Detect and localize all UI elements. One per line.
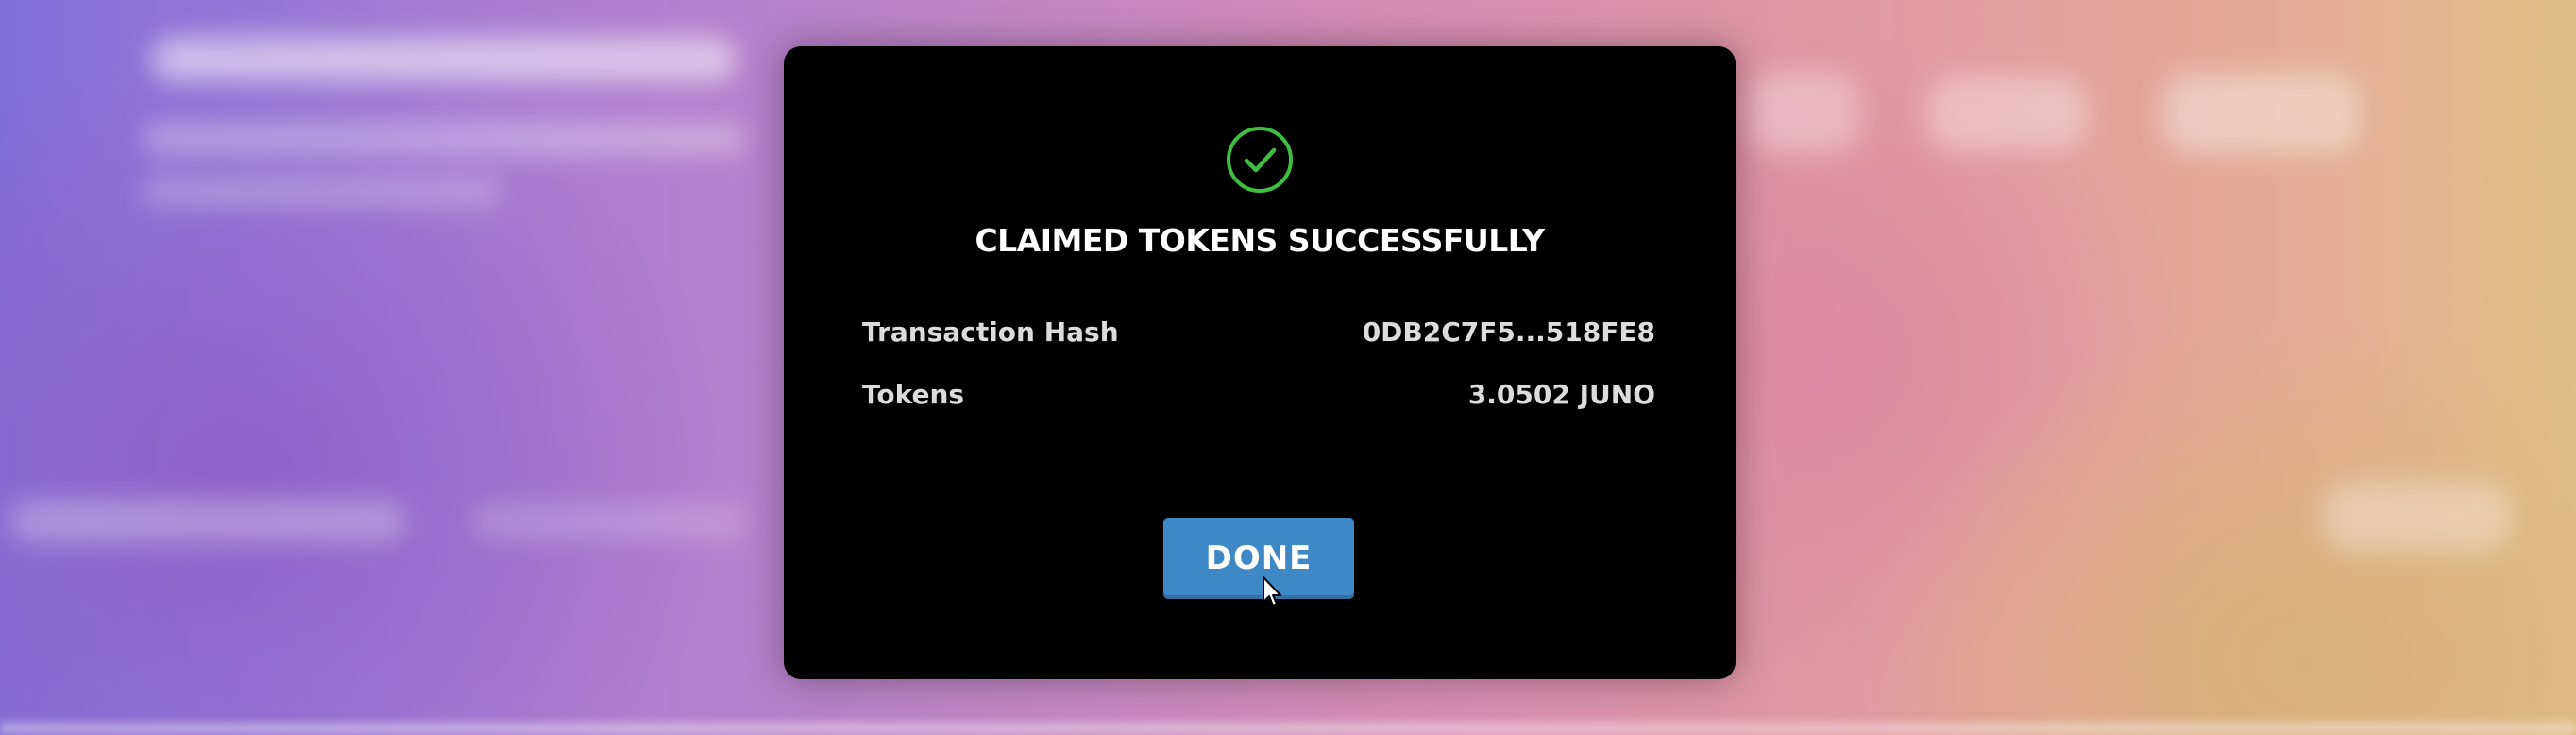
done-button[interactable]: DONE [1163, 518, 1354, 599]
mouse-pointer-icon [1263, 576, 1281, 607]
blurred-nav-button-3 [2162, 74, 2361, 153]
success-modal: CLAIMED TOKENS SUCCESSFULLY Transaction … [784, 46, 1736, 679]
modal-title: CLAIMED TOKENS SUCCESSFULLY [974, 222, 1545, 259]
detail-row-transaction-hash: Transaction Hash 0DB2C7F5...518FE8 [862, 313, 1655, 350]
check-circle-icon [1227, 127, 1293, 193]
detail-row-tokens: Tokens 3.0502 JUNO [862, 375, 1655, 413]
blurred-subtitle-text [142, 123, 746, 155]
tokens-label: Tokens [862, 378, 965, 410]
transaction-hash-label: Transaction Hash [862, 316, 1119, 348]
tokens-value: 3.0502 JUNO [1467, 378, 1655, 410]
blurred-section-subtitle [472, 505, 746, 538]
blurred-nav-button-2 [1926, 76, 2087, 151]
blurred-header-text [151, 38, 737, 81]
blurred-nav-button-1 [1747, 72, 1860, 153]
blurred-footer [0, 722, 2576, 735]
blurred-subtitle-text-2 [142, 178, 500, 206]
blurred-section-title [9, 501, 406, 542]
blurred-action-button [2323, 482, 2512, 552]
transaction-hash-value: 0DB2C7F5...518FE8 [1362, 316, 1655, 348]
